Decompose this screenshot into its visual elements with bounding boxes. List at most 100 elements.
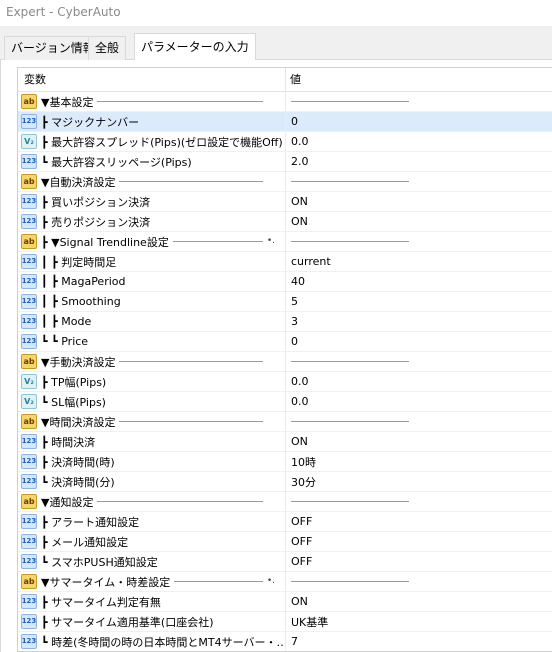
value-cell[interactable]: 0.0 bbox=[286, 392, 552, 411]
table-row[interactable]: 123 ┣ サマータイム判定有無 ON bbox=[18, 592, 552, 612]
value-cell[interactable]: ON bbox=[286, 432, 552, 451]
table-row[interactable]: 123 ┣ 売りポジション決済 ON bbox=[18, 212, 552, 232]
variable-cell[interactable]: V₂ ┣ TP幅(Pips) bbox=[18, 372, 286, 391]
variable-cell[interactable]: 123 ┗ 最大許容スリッページ(Pips) bbox=[18, 152, 286, 171]
value-cell[interactable] bbox=[286, 232, 552, 251]
table-row[interactable]: 123 ┣ マジックナンバー 0 bbox=[18, 112, 552, 132]
table-row[interactable]: ab ┣ ▼Signal Trendline設定 •. bbox=[18, 232, 552, 252]
parameter-value[interactable]: OFF bbox=[291, 515, 312, 528]
variable-cell[interactable]: 123 ┃ ┣ Smoothing bbox=[18, 292, 286, 311]
table-row[interactable]: 123 ┣ 決済時間(時) 10時 bbox=[18, 452, 552, 472]
value-cell[interactable]: 10時 bbox=[286, 452, 552, 471]
table-row[interactable]: ab ▼手動決済設定 bbox=[18, 352, 552, 372]
parameter-value[interactable]: ON bbox=[291, 215, 308, 228]
table-row[interactable]: V₂ ┗ SL幅(Pips) 0.0 bbox=[18, 392, 552, 412]
parameter-value[interactable]: 0 bbox=[291, 115, 298, 128]
parameter-value[interactable]: OFF bbox=[291, 555, 312, 568]
table-row[interactable]: 123 ┃ ┣ MagaPeriod 40 bbox=[18, 272, 552, 292]
value-cell[interactable]: 0 bbox=[286, 112, 552, 131]
value-cell[interactable]: OFF bbox=[286, 532, 552, 551]
parameter-value[interactable]: UK基準 bbox=[291, 614, 328, 630]
variable-cell[interactable]: 123 ┃ ┣ MagaPeriod bbox=[18, 272, 286, 291]
variable-cell[interactable]: V₂ ┗ SL幅(Pips) bbox=[18, 392, 286, 411]
value-cell[interactable]: 0 bbox=[286, 332, 552, 351]
table-row[interactable]: 123 ┗ 時差(冬時間の時の日本時間とMT4サーバー・… 7 bbox=[18, 632, 552, 651]
variable-cell[interactable]: 123 ┣ 買いポジション決済 bbox=[18, 192, 286, 211]
table-row[interactable]: 123 ┣ アラート通知設定 OFF bbox=[18, 512, 552, 532]
table-row[interactable]: 123 ┗ スマホPUSH通知設定 OFF bbox=[18, 552, 552, 572]
value-cell[interactable] bbox=[286, 92, 552, 111]
parameter-value[interactable]: OFF bbox=[291, 535, 312, 548]
table-row[interactable]: ab ▼通知設定 bbox=[18, 492, 552, 512]
variable-cell[interactable]: ab ▼手動決済設定 bbox=[18, 352, 286, 371]
parameter-value[interactable]: 40 bbox=[291, 275, 305, 288]
table-row[interactable]: 123 ┃ ┣ Mode 3 bbox=[18, 312, 552, 332]
value-cell[interactable]: ON bbox=[286, 192, 552, 211]
value-cell[interactable]: current bbox=[286, 252, 552, 271]
variable-cell[interactable]: 123 ┣ メール通知設定 bbox=[18, 532, 286, 551]
column-header-value[interactable]: 値 bbox=[286, 68, 552, 91]
table-row[interactable]: 123 ┗ 決済時間(分) 30分 bbox=[18, 472, 552, 492]
value-cell[interactable] bbox=[286, 572, 552, 591]
parameter-value[interactable]: 2.0 bbox=[291, 155, 309, 168]
table-row[interactable]: ab ▼基本設定 bbox=[18, 92, 552, 112]
table-row[interactable]: 123 ┣ サマータイム適用基準(口座会社) UK基準 bbox=[18, 612, 552, 632]
value-cell[interactable]: UK基準 bbox=[286, 612, 552, 631]
variable-cell[interactable]: 123 ┣ 売りポジション決済 bbox=[18, 212, 286, 231]
value-cell[interactable]: OFF bbox=[286, 552, 552, 571]
parameter-value[interactable]: 0 bbox=[291, 335, 298, 348]
value-cell[interactable]: 0.0 bbox=[286, 132, 552, 151]
parameter-value[interactable]: 5 bbox=[291, 295, 298, 308]
table-row[interactable]: 123 ┗ ┗ Price 0 bbox=[18, 332, 552, 352]
variable-cell[interactable]: 123 ┗ 決済時間(分) bbox=[18, 472, 286, 491]
value-cell[interactable] bbox=[286, 352, 552, 371]
parameter-value[interactable]: 7 bbox=[291, 635, 298, 648]
value-cell[interactable]: ON bbox=[286, 212, 552, 231]
table-row[interactable]: ab ▼時間決済設定 bbox=[18, 412, 552, 432]
variable-cell[interactable]: 123 ┗ スマホPUSH通知設定 bbox=[18, 552, 286, 571]
value-cell[interactable] bbox=[286, 412, 552, 431]
table-row[interactable]: 123 ┃ ┣ 判定時間足 current bbox=[18, 252, 552, 272]
table-row[interactable]: 123 ┗ 最大許容スリッページ(Pips) 2.0 bbox=[18, 152, 552, 172]
parameter-value[interactable]: 0.0 bbox=[291, 135, 309, 148]
table-row[interactable]: ab ▼サマータイム・時差設定 •. bbox=[18, 572, 552, 592]
variable-cell[interactable]: 123 ┣ アラート通知設定 bbox=[18, 512, 286, 531]
value-cell[interactable] bbox=[286, 172, 552, 191]
variable-cell[interactable]: V₂ ┣ 最大許容スプレッド(Pips)(ゼロ設定で機能Off) bbox=[18, 132, 286, 151]
parameter-value[interactable]: 10時 bbox=[291, 454, 316, 470]
variable-cell[interactable]: 123 ┃ ┣ Mode bbox=[18, 312, 286, 331]
variable-cell[interactable]: ab ▼時間決済設定 bbox=[18, 412, 286, 431]
variable-cell[interactable]: 123 ┣ サマータイム判定有無 bbox=[18, 592, 286, 611]
parameter-value[interactable]: 3 bbox=[291, 315, 298, 328]
variable-cell[interactable]: 123 ┣ 時間決済 bbox=[18, 432, 286, 451]
table-row[interactable]: V₂ ┣ 最大許容スプレッド(Pips)(ゼロ設定で機能Off) 0.0 bbox=[18, 132, 552, 152]
parameter-value[interactable]: ON bbox=[291, 595, 308, 608]
parameter-value[interactable]: ON bbox=[291, 195, 308, 208]
table-row[interactable]: 123 ┃ ┣ Smoothing 5 bbox=[18, 292, 552, 312]
value-cell[interactable]: 30分 bbox=[286, 472, 552, 491]
tab-general[interactable]: 全般 bbox=[88, 36, 127, 60]
parameter-value[interactable]: 0.0 bbox=[291, 375, 309, 388]
column-header-variable[interactable]: 変数 bbox=[18, 68, 286, 91]
variable-cell[interactable]: 123 ┣ サマータイム適用基準(口座会社) bbox=[18, 612, 286, 631]
variable-cell[interactable]: 123 ┣ 決済時間(時) bbox=[18, 452, 286, 471]
variable-cell[interactable]: ab ┣ ▼Signal Trendline設定 •. bbox=[18, 232, 286, 251]
table-row[interactable]: V₂ ┣ TP幅(Pips) 0.0 bbox=[18, 372, 552, 392]
value-cell[interactable] bbox=[286, 492, 552, 511]
parameter-value[interactable]: 0.0 bbox=[291, 395, 309, 408]
table-row[interactable]: 123 ┣ 時間決済 ON bbox=[18, 432, 552, 452]
variable-cell[interactable]: 123 ┣ マジックナンバー bbox=[18, 112, 286, 131]
table-row[interactable]: 123 ┣ メール通知設定 OFF bbox=[18, 532, 552, 552]
value-cell[interactable]: OFF bbox=[286, 512, 552, 531]
variable-cell[interactable]: 123 ┗ 時差(冬時間の時の日本時間とMT4サーバー・… bbox=[18, 632, 286, 651]
variable-cell[interactable]: 123 ┗ ┗ Price bbox=[18, 332, 286, 351]
variable-cell[interactable]: 123 ┃ ┣ 判定時間足 bbox=[18, 252, 286, 271]
variable-cell[interactable]: ab ▼通知設定 bbox=[18, 492, 286, 511]
parameter-value[interactable]: current bbox=[291, 255, 331, 268]
variable-cell[interactable]: ab ▼自動決済設定 bbox=[18, 172, 286, 191]
value-cell[interactable]: 7 bbox=[286, 632, 552, 651]
value-cell[interactable]: 2.0 bbox=[286, 152, 552, 171]
value-cell[interactable]: 5 bbox=[286, 292, 552, 311]
table-row[interactable]: ab ▼自動決済設定 bbox=[18, 172, 552, 192]
variable-cell[interactable]: ab ▼サマータイム・時差設定 •. bbox=[18, 572, 286, 591]
